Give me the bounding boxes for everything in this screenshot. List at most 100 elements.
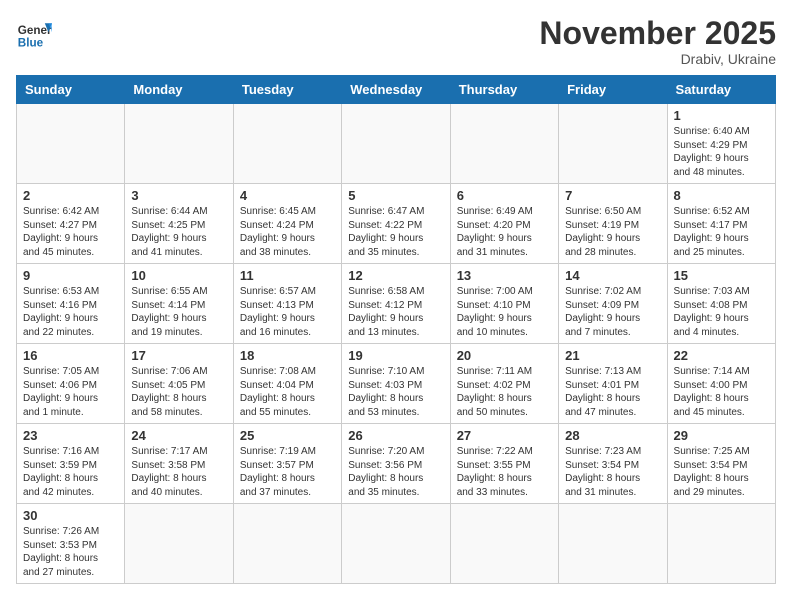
day-number: 26 (348, 428, 443, 443)
day-info: Sunrise: 6:47 AM Sunset: 4:22 PM Dayligh… (348, 205, 443, 259)
calendar-cell (125, 504, 233, 584)
day-number: 25 (240, 428, 335, 443)
day-number: 7 (565, 188, 660, 203)
calendar-cell: 18Sunrise: 7:08 AM Sunset: 4:04 PM Dayli… (233, 344, 341, 424)
day-number: 14 (565, 268, 660, 283)
day-info: Sunrise: 7:02 AM Sunset: 4:09 PM Dayligh… (565, 285, 660, 339)
logo-icon: General Blue (16, 16, 52, 52)
day-info: Sunrise: 7:11 AM Sunset: 4:02 PM Dayligh… (457, 365, 552, 419)
day-number: 9 (23, 268, 118, 283)
day-number: 3 (131, 188, 226, 203)
day-info: Sunrise: 6:55 AM Sunset: 4:14 PM Dayligh… (131, 285, 226, 339)
day-number: 23 (23, 428, 118, 443)
day-info: Sunrise: 6:52 AM Sunset: 4:17 PM Dayligh… (674, 205, 769, 259)
month-title: November 2025 (539, 16, 776, 51)
calendar-cell: 11 Sunrise: 6:57 AM Sunset: 4:13 PM Dayli… (233, 264, 341, 344)
calendar-cell (233, 504, 341, 584)
day-number: 30 (23, 508, 118, 523)
day-info: Sunrise: 6:44 AM Sunset: 4:25 PM Dayligh… (131, 205, 226, 259)
day-number: 20 (457, 348, 552, 363)
calendar-cell: 12Sunrise: 6:58 AM Sunset: 4:12 PM Dayli… (342, 264, 450, 344)
calendar-cell: 19 Sunrise: 7:10 AM Sunset: 4:03 PM Dayli… (342, 344, 450, 424)
calendar-cell: 30Sunrise: 7:26 AM Sunset: 3:53 PM Dayli… (17, 504, 125, 584)
calendar-cell: 28Sunrise: 7:23 AM Sunset: 3:54 PM Dayli… (559, 424, 667, 504)
calendar-cell: 29 Sunrise: 7:25 AM Sunset: 3:54 PM Dayli… (667, 424, 775, 504)
calendar-cell: 14 Sunrise: 7:02 AM Sunset: 4:09 PM Dayli… (559, 264, 667, 344)
calendar-cell: 3 Sunrise: 6:44 AM Sunset: 4:25 PM Daylig… (125, 184, 233, 264)
day-info: Sunrise: 7:05 AM Sunset: 4:06 PM Dayligh… (23, 365, 118, 419)
calendar: SundayMondayTuesdayWednesdayThursdayFrid… (16, 75, 776, 584)
day-number: 22 (674, 348, 769, 363)
calendar-cell (450, 104, 558, 184)
day-number: 4 (240, 188, 335, 203)
weekday-header-thursday: Thursday (450, 76, 558, 104)
calendar-cell (450, 504, 558, 584)
day-info: Sunrise: 6:49 AM Sunset: 4:20 PM Dayligh… (457, 205, 552, 259)
svg-text:Blue: Blue (18, 37, 44, 50)
day-number: 15 (674, 268, 769, 283)
calendar-cell (125, 104, 233, 184)
day-info: Sunrise: 6:53 AM Sunset: 4:16 PM Dayligh… (23, 285, 118, 339)
calendar-cell: 2Sunrise: 6:42 AM Sunset: 4:27 PM Daylig… (17, 184, 125, 264)
day-number: 10 (131, 268, 226, 283)
day-info: Sunrise: 7:08 AM Sunset: 4:04 PM Dayligh… (240, 365, 335, 419)
calendar-cell: 17 Sunrise: 7:06 AM Sunset: 4:05 PM Dayli… (125, 344, 233, 424)
day-number: 21 (565, 348, 660, 363)
weekday-header-row: SundayMondayTuesdayWednesdayThursdayFrid… (17, 76, 776, 104)
calendar-cell: 7 Sunrise: 6:50 AM Sunset: 4:19 PM Daylig… (559, 184, 667, 264)
day-info: Sunrise: 7:13 AM Sunset: 4:01 PM Dayligh… (565, 365, 660, 419)
day-number: 6 (457, 188, 552, 203)
calendar-cell: 4Sunrise: 6:45 AM Sunset: 4:24 PM Daylig… (233, 184, 341, 264)
day-info: Sunrise: 7:14 AM Sunset: 4:00 PM Dayligh… (674, 365, 769, 419)
weekday-header-friday: Friday (559, 76, 667, 104)
day-number: 12 (348, 268, 443, 283)
calendar-cell: 13 Sunrise: 7:00 AM Sunset: 4:10 PM Dayli… (450, 264, 558, 344)
day-info: Sunrise: 7:10 AM Sunset: 4:03 PM Dayligh… (348, 365, 443, 419)
day-info: Sunrise: 6:50 AM Sunset: 4:19 PM Dayligh… (565, 205, 660, 259)
calendar-cell: 27Sunrise: 7:22 AM Sunset: 3:55 PM Dayli… (450, 424, 558, 504)
weekday-header-tuesday: Tuesday (233, 76, 341, 104)
day-number: 27 (457, 428, 552, 443)
calendar-cell: 22 Sunrise: 7:14 AM Sunset: 4:00 PM Dayli… (667, 344, 775, 424)
calendar-cell: 23 Sunrise: 7:16 AM Sunset: 3:59 PM Dayli… (17, 424, 125, 504)
day-info: Sunrise: 7:16 AM Sunset: 3:59 PM Dayligh… (23, 445, 118, 499)
day-number: 13 (457, 268, 552, 283)
day-number: 1 (674, 108, 769, 123)
day-info: Sunrise: 7:06 AM Sunset: 4:05 PM Dayligh… (131, 365, 226, 419)
calendar-cell (559, 504, 667, 584)
day-info: Sunrise: 7:03 AM Sunset: 4:08 PM Dayligh… (674, 285, 769, 339)
calendar-cell: 24 Sunrise: 7:17 AM Sunset: 3:58 PM Dayli… (125, 424, 233, 504)
calendar-cell (233, 104, 341, 184)
calendar-cell: 15 Sunrise: 7:03 AM Sunset: 4:08 PM Dayli… (667, 264, 775, 344)
title-area: November 2025 Drabiv, Ukraine (539, 16, 776, 67)
calendar-cell: 9 Sunrise: 6:53 AM Sunset: 4:16 PM Daylig… (17, 264, 125, 344)
calendar-cell: 25Sunrise: 7:19 AM Sunset: 3:57 PM Dayli… (233, 424, 341, 504)
weekday-header-monday: Monday (125, 76, 233, 104)
weekday-header-wednesday: Wednesday (342, 76, 450, 104)
day-number: 11 (240, 268, 335, 283)
day-number: 5 (348, 188, 443, 203)
calendar-cell: 10 Sunrise: 6:55 AM Sunset: 4:14 PM Dayli… (125, 264, 233, 344)
day-number: 16 (23, 348, 118, 363)
calendar-cell (342, 104, 450, 184)
calendar-cell: 21 Sunrise: 7:13 AM Sunset: 4:01 PM Dayli… (559, 344, 667, 424)
day-number: 28 (565, 428, 660, 443)
day-info: Sunrise: 6:57 AM Sunset: 4:13 PM Dayligh… (240, 285, 335, 339)
day-number: 17 (131, 348, 226, 363)
day-info: Sunrise: 7:20 AM Sunset: 3:56 PM Dayligh… (348, 445, 443, 499)
day-info: Sunrise: 6:40 AM Sunset: 4:29 PM Dayligh… (674, 125, 769, 179)
calendar-cell: 8Sunrise: 6:52 AM Sunset: 4:17 PM Daylig… (667, 184, 775, 264)
calendar-cell (17, 104, 125, 184)
day-number: 19 (348, 348, 443, 363)
week-row-3: 9 Sunrise: 6:53 AM Sunset: 4:16 PM Daylig… (17, 264, 776, 344)
day-info: Sunrise: 7:25 AM Sunset: 3:54 PM Dayligh… (674, 445, 769, 499)
day-info: Sunrise: 7:17 AM Sunset: 3:58 PM Dayligh… (131, 445, 226, 499)
location: Drabiv, Ukraine (539, 51, 776, 67)
calendar-cell (342, 504, 450, 584)
day-number: 24 (131, 428, 226, 443)
calendar-cell (667, 504, 775, 584)
day-info: Sunrise: 7:00 AM Sunset: 4:10 PM Dayligh… (457, 285, 552, 339)
day-number: 29 (674, 428, 769, 443)
calendar-cell: 20 Sunrise: 7:11 AM Sunset: 4:02 PM Dayli… (450, 344, 558, 424)
calendar-cell: 1 Sunrise: 6:40 AM Sunset: 4:29 PM Daylig… (667, 104, 775, 184)
